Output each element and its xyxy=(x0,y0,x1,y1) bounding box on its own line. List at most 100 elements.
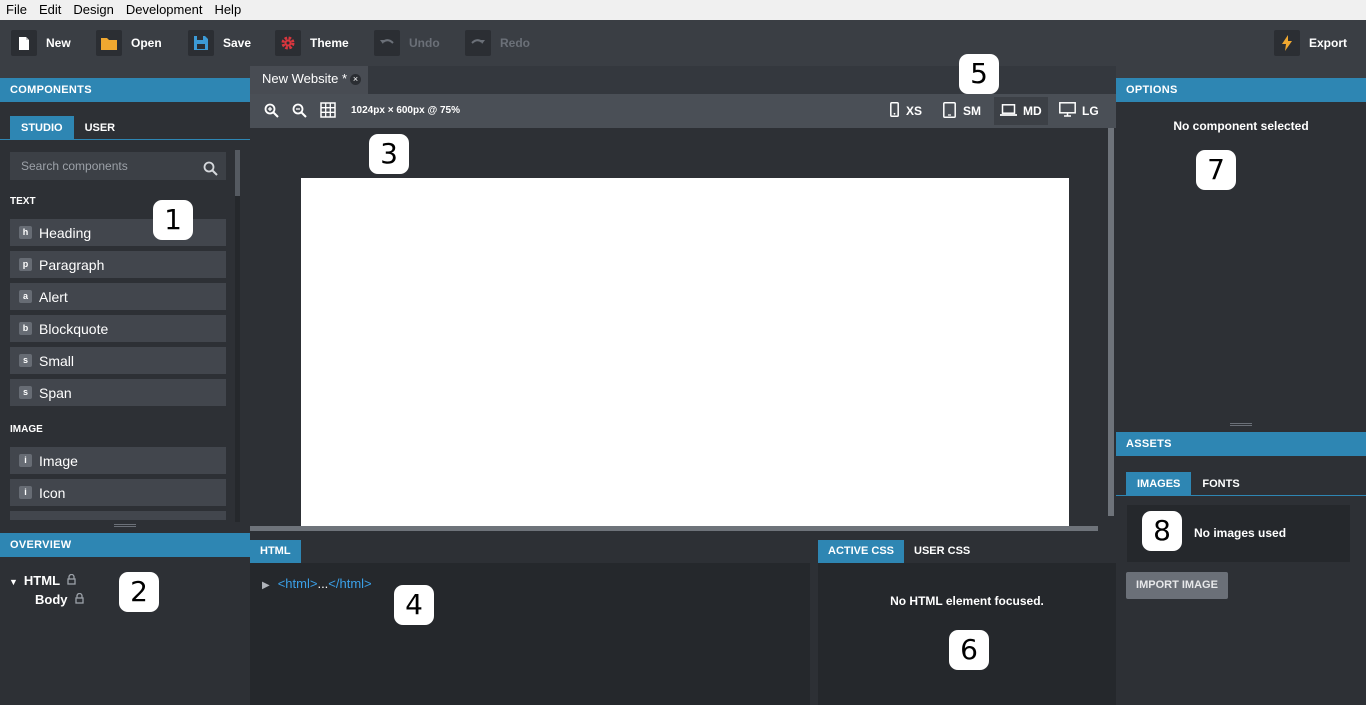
canvas-horizontal-scrollbar[interactable] xyxy=(250,526,1098,531)
html-root-node[interactable]: ▶ <html>...</html> xyxy=(262,576,372,591)
zoom-out-icon[interactable] xyxy=(292,103,307,121)
tab-images[interactable]: IMAGES xyxy=(1126,472,1192,496)
component-blockquote[interactable]: b Blockquote xyxy=(10,315,226,342)
canvas-vertical-scrollbar[interactable] xyxy=(1108,128,1114,516)
redo-button[interactable]: Redo xyxy=(465,30,530,56)
open-button[interactable]: Open xyxy=(96,30,162,56)
import-image-button[interactable]: IMPORT IMAGE xyxy=(1126,572,1228,599)
tablet-icon xyxy=(943,101,956,121)
menu-edit[interactable]: Edit xyxy=(33,0,67,20)
breakpoint-xs[interactable]: XS xyxy=(884,97,928,125)
callout-1: 1 xyxy=(153,200,193,240)
tab-studio[interactable]: STUDIO xyxy=(10,116,74,140)
options-panel: OPTIONS No component selected xyxy=(1116,78,1366,133)
breakpoint-sm[interactable]: SM xyxy=(937,97,987,125)
viewport-info: 1024px × 600px @ 75% xyxy=(351,105,460,116)
new-label: New xyxy=(46,36,71,50)
new-file-icon xyxy=(11,30,37,56)
laptop-icon xyxy=(1000,103,1017,119)
html-open-tag: <html> xyxy=(277,576,318,591)
document-tab[interactable]: New Website * × xyxy=(250,66,368,94)
components-scrollbar[interactable] xyxy=(235,150,240,522)
page-canvas[interactable] xyxy=(301,178,1069,526)
menu-help[interactable]: Help xyxy=(208,0,247,20)
save-button[interactable]: Save xyxy=(188,30,251,56)
caret-down-icon[interactable]: ▼ xyxy=(9,577,18,587)
gear-icon xyxy=(275,30,301,56)
tab-user-css[interactable]: USER CSS xyxy=(904,540,980,563)
new-button[interactable]: New xyxy=(11,30,71,56)
menu-file[interactable]: File xyxy=(0,0,33,20)
breakpoint-lg[interactable]: LG xyxy=(1053,97,1105,125)
search-components-input[interactable]: Search components xyxy=(10,152,226,180)
html-tree: ▶ <html>...</html> xyxy=(250,563,810,705)
export-button[interactable]: Export xyxy=(1274,30,1347,56)
floppy-disk-icon xyxy=(188,30,214,56)
folder-icon xyxy=(96,30,122,56)
component-heading[interactable]: h Heading xyxy=(10,219,226,246)
lock-icon[interactable] xyxy=(67,573,77,588)
component-small[interactable]: s Small xyxy=(10,347,226,374)
tab-user[interactable]: USER xyxy=(74,116,127,140)
component-alert[interactable]: a Alert xyxy=(10,283,226,310)
assets-tabs: IMAGES FONTS xyxy=(1116,472,1366,496)
callout-8: 8 xyxy=(1142,511,1182,551)
callout-5: 5 xyxy=(959,54,999,94)
component-span[interactable]: s Span xyxy=(10,379,226,406)
right-panel xyxy=(1116,66,1366,705)
html-ellipsis: ... xyxy=(317,576,329,591)
tab-active-css[interactable]: ACTIVE CSS xyxy=(818,540,905,563)
undo-button[interactable]: Undo xyxy=(374,30,440,56)
document-tab-title: New Website * xyxy=(262,71,348,86)
search-placeholder: Search components xyxy=(21,159,128,173)
section-text: TEXT xyxy=(10,196,36,207)
breakpoint-label: XS xyxy=(906,104,923,118)
callout-6: 6 xyxy=(949,630,989,670)
component-partial[interactable] xyxy=(10,511,226,520)
tree-node-html[interactable]: ▼ HTML xyxy=(9,573,77,588)
save-label: Save xyxy=(223,36,252,50)
options-empty-message: No component selected xyxy=(1173,119,1309,133)
theme-button[interactable]: Theme xyxy=(275,30,349,56)
callout-4: 4 xyxy=(394,585,434,625)
caret-right-icon[interactable]: ▶ xyxy=(262,580,270,591)
component-label: Span xyxy=(39,384,72,401)
html-tab[interactable]: HTML xyxy=(250,540,301,563)
tab-fonts[interactable]: FONTS xyxy=(1191,472,1250,496)
images-empty-message: No images used xyxy=(1194,526,1287,540)
overview-panel: OVERVIEW xyxy=(0,533,250,557)
redo-label: Redo xyxy=(500,36,530,50)
resize-grip[interactable] xyxy=(114,524,136,527)
callout-2: 2 xyxy=(119,572,159,612)
tree-node-body[interactable]: Body xyxy=(35,592,84,607)
toolbar: New Open Save Theme Undo Redo Export xyxy=(0,20,1366,66)
lock-icon[interactable] xyxy=(75,592,84,607)
component-badge: h xyxy=(19,226,32,239)
scrollbar-thumb[interactable] xyxy=(235,150,240,196)
callout-7: 7 xyxy=(1196,150,1236,190)
menu-bar: File Edit Design Development Help xyxy=(0,0,1366,20)
zoom-in-icon[interactable] xyxy=(264,103,279,121)
component-label: Small xyxy=(39,352,75,369)
component-paragraph[interactable]: p Paragraph xyxy=(10,251,226,278)
overview-header: OVERVIEW xyxy=(0,533,250,557)
component-image[interactable]: i Image xyxy=(10,447,226,474)
close-icon[interactable]: × xyxy=(350,74,361,85)
component-badge: p xyxy=(19,258,32,271)
breakpoint-label: MD xyxy=(1023,104,1042,118)
components-panel: COMPONENTS STUDIO USER xyxy=(0,78,250,140)
menu-design[interactable]: Design xyxy=(67,0,119,20)
open-label: Open xyxy=(131,36,162,50)
html-close-tag: </html> xyxy=(328,576,372,591)
menu-development[interactable]: Development xyxy=(120,0,209,20)
breakpoint-md[interactable]: MD xyxy=(994,97,1048,125)
breakpoint-label: SM xyxy=(963,104,981,118)
resize-grip[interactable] xyxy=(1230,423,1252,426)
search-icon[interactable] xyxy=(203,158,218,186)
callout-3: 3 xyxy=(369,134,409,174)
view-toolbar: 1024px × 600px @ 75% XS SM MD LG xyxy=(250,94,1116,128)
grid-icon[interactable] xyxy=(320,102,336,121)
theme-label: Theme xyxy=(310,36,349,50)
component-icon[interactable]: i Icon xyxy=(10,479,226,506)
css-empty-message: No HTML element focused. xyxy=(890,594,1044,608)
